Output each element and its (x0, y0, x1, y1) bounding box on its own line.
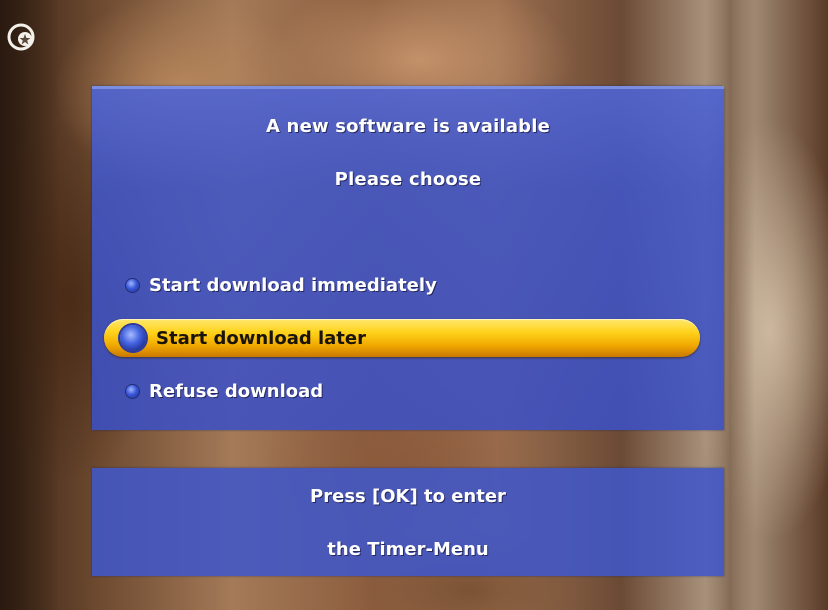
software-update-dialog: A new software is available Please choos… (92, 86, 724, 430)
help-footer: Press [OK] to enter the Timer-Menu (92, 468, 724, 576)
dialog-subtitle: Please choose (334, 169, 482, 190)
option-label: Start download later (156, 327, 366, 349)
footer-hint-line2: the Timer-Menu (327, 539, 489, 560)
option-label: Start download immediately (149, 274, 437, 296)
option-refuse-download[interactable]: Refuse download (102, 374, 323, 408)
radio-bullet-icon (126, 278, 139, 292)
background-shade-left (0, 0, 60, 610)
radio-bullet-icon (126, 384, 139, 398)
option-start-download-later[interactable]: Start download later (102, 321, 366, 355)
tv-screen: A new software is available Please choos… (0, 0, 828, 610)
logo-mark-icon (7, 23, 35, 51)
footer-hint-line1: Press [OK] to enter (310, 486, 506, 507)
option-start-download-immediately[interactable]: Start download immediately (102, 268, 437, 302)
option-label: Refuse download (149, 380, 324, 402)
dialog-title: A new software is available (265, 116, 551, 137)
radio-bullet-selected-icon (120, 325, 146, 351)
